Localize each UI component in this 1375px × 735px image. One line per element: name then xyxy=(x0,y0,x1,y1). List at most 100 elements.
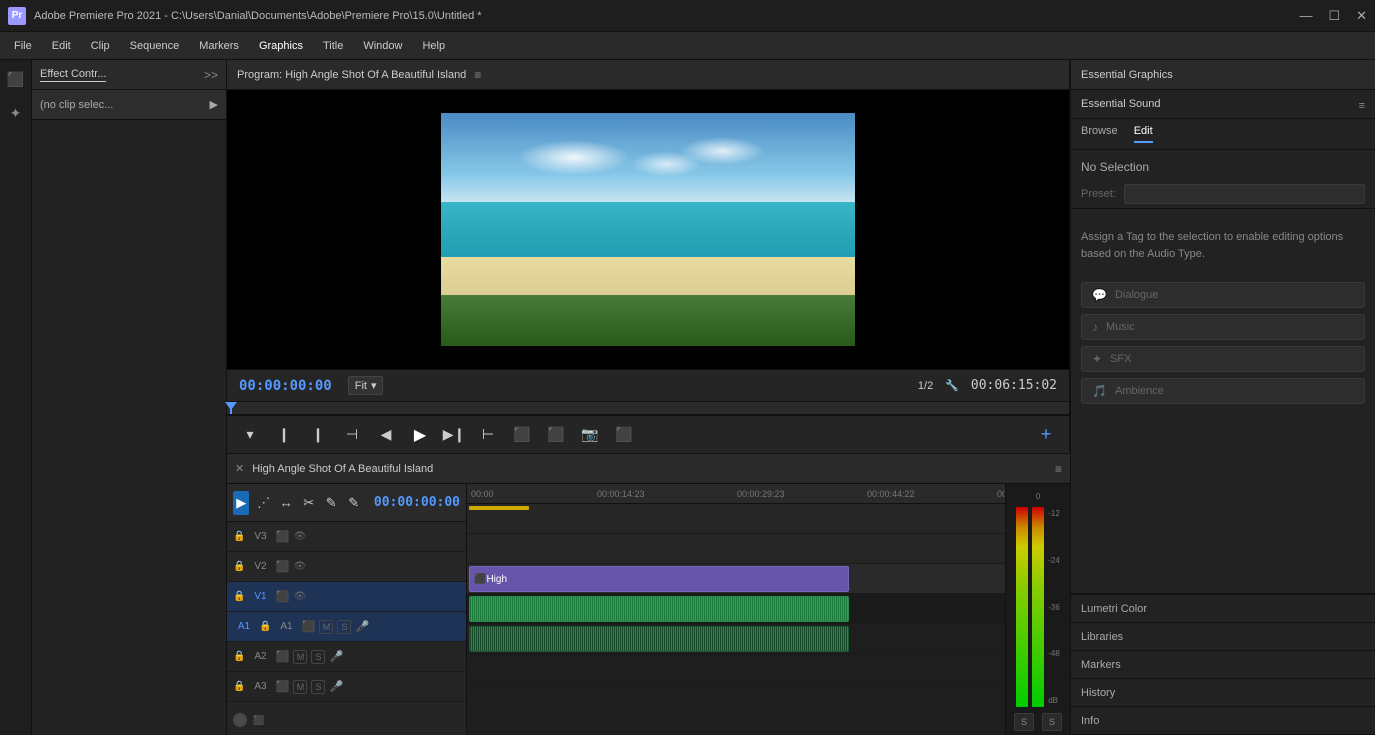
ambience-btn[interactable]: 🎵 Ambience xyxy=(1081,378,1365,404)
slip-tool[interactable]: ✎ xyxy=(323,491,339,515)
ruler-mark-1: 00:00:14:23 xyxy=(597,489,645,499)
track-row-a3: 🔒 A3 ⬛ M S 🎤 xyxy=(227,672,466,702)
expand-icon[interactable]: >> xyxy=(204,68,218,82)
history-item[interactable]: History xyxy=(1071,679,1375,707)
go-to-in-btn[interactable]: ⊣ xyxy=(341,424,363,446)
dialogue-icon: 💬 xyxy=(1092,288,1107,302)
a2-lock-icon[interactable]: 🔒 xyxy=(233,651,245,662)
sidebar-icon-media[interactable]: ⬛ xyxy=(3,66,29,92)
sfx-btn[interactable]: ✦ SFX xyxy=(1081,346,1365,372)
close-button[interactable]: ✕ xyxy=(1356,8,1367,24)
overwrite-btn[interactable]: ⬛ xyxy=(545,424,567,446)
step-forward-frame-btn[interactable]: ❙ xyxy=(307,424,329,446)
a1-monitor-icon[interactable]: ⬛ xyxy=(301,620,315,634)
right-panel-title: Essential Graphics xyxy=(1081,69,1173,81)
menu-edit[interactable]: Edit xyxy=(44,37,79,55)
menu-markers[interactable]: Markers xyxy=(191,37,247,55)
timeline-menu-icon[interactable]: ≡ xyxy=(1055,462,1062,476)
ripple-edit-tool[interactable]: ↔ xyxy=(278,491,294,515)
add-media-btn[interactable]: + xyxy=(1035,424,1057,446)
minimize-button[interactable]: — xyxy=(1299,8,1312,24)
a2-monitor-icon[interactable]: ⬛ xyxy=(275,650,289,664)
a3-monitor-icon[interactable]: ⬛ xyxy=(275,680,289,694)
v3-monitor-icon[interactable]: ⬛ xyxy=(275,530,289,544)
lumetri-color-item[interactable]: Lumetri Color xyxy=(1071,595,1375,623)
meter-s-left[interactable]: S xyxy=(1014,713,1034,731)
dialogue-label: Dialogue xyxy=(1115,289,1158,301)
a3-solo-btn[interactable]: S xyxy=(311,680,325,694)
fit-label: Fit xyxy=(355,380,367,392)
toggle-all-btn[interactable] xyxy=(233,713,247,727)
a2-record-icon[interactable]: 🎤 xyxy=(329,650,343,663)
a1-solo-btn[interactable]: S xyxy=(337,620,351,634)
menu-help[interactable]: Help xyxy=(414,37,453,55)
timeline-timecode[interactable]: 00:00:00:00 xyxy=(374,495,460,510)
v2-visibility-icon[interactable]: 👁 xyxy=(293,561,306,572)
maximize-button[interactable]: ☐ xyxy=(1328,8,1340,24)
insert-btn[interactable]: ⬛ xyxy=(511,424,533,446)
current-timecode[interactable]: 00:00:00:00 xyxy=(239,378,332,394)
track-select-tool[interactable]: ⋰ xyxy=(255,491,271,515)
sidebar-icon-effects[interactable]: ✦ xyxy=(3,100,29,126)
v2-lock-icon[interactable]: 🔒 xyxy=(233,561,245,572)
a1-clip[interactable] xyxy=(469,596,849,622)
wrench-icon[interactable]: 🔧 xyxy=(945,379,959,392)
markers-item[interactable]: Markers xyxy=(1071,651,1375,679)
a3-record-icon[interactable]: 🎤 xyxy=(329,680,343,693)
menu-sequence[interactable]: Sequence xyxy=(122,37,188,55)
selection-tool[interactable]: ▶ xyxy=(233,491,249,515)
v1-monitor-icon[interactable]: ⬛ xyxy=(275,590,289,604)
razor-tool[interactable]: ✂ xyxy=(300,491,316,515)
a1-record-icon[interactable]: 🎤 xyxy=(355,620,369,633)
a1-lock-icon[interactable]: 🔒 xyxy=(259,621,271,632)
fit-dropdown[interactable]: Fit ▾ xyxy=(348,376,384,395)
menu-window[interactable]: Window xyxy=(355,37,410,55)
export-frame-btn[interactable]: 📷 xyxy=(579,424,601,446)
mark-in-btn[interactable]: ▾ xyxy=(239,424,261,446)
play-to-out-btn[interactable]: ▶❙ xyxy=(443,424,465,446)
preset-value[interactable] xyxy=(1124,184,1365,204)
a1-mute-btn[interactable]: M xyxy=(319,620,333,634)
quality-selector[interactable]: 1/2 xyxy=(918,380,933,392)
track-lane-a2 xyxy=(467,624,1005,654)
a2-clip[interactable] xyxy=(469,626,849,652)
monitor-timeline-ruler[interactable] xyxy=(227,401,1069,415)
button-editor-btn[interactable]: ⬛ xyxy=(613,424,635,446)
time-ruler: 00:00 00:00:14:23 00:00:29:23 00:00:44:2… xyxy=(467,484,1005,504)
libraries-item[interactable]: Libraries xyxy=(1071,623,1375,651)
v1-visibility-icon[interactable]: 👁 xyxy=(293,591,306,602)
a1-target-label: A1 xyxy=(233,621,255,632)
a2-mute-btn[interactable]: M xyxy=(293,650,307,664)
a3-mute-btn[interactable]: M xyxy=(293,680,307,694)
track-row-v2: 🔒 V2 ⬛ 👁 xyxy=(227,552,466,582)
essential-sound-menu[interactable]: ≡ xyxy=(1359,100,1365,112)
play-reverse-btn[interactable]: ◀ xyxy=(375,424,397,446)
clip-selector[interactable]: (no clip selec... ▶ xyxy=(32,90,226,120)
music-btn[interactable]: ♪ Music xyxy=(1081,314,1365,340)
tab-browse[interactable]: Browse xyxy=(1081,125,1118,143)
v1-lock-icon[interactable]: 🔒 xyxy=(233,591,245,602)
v3-lock-icon[interactable]: 🔒 xyxy=(233,531,245,542)
timeline-close-icon[interactable]: ✕ xyxy=(235,462,244,475)
monitor-menu-icon[interactable]: ≡ xyxy=(474,68,481,82)
menu-file[interactable]: File xyxy=(6,37,40,55)
v1-clip[interactable]: ⬛ High xyxy=(469,566,849,592)
ambience-label: Ambience xyxy=(1115,385,1164,397)
dialogue-btn[interactable]: 💬 Dialogue xyxy=(1081,282,1365,308)
meter-s-right[interactable]: S xyxy=(1042,713,1062,731)
menu-graphics[interactable]: Graphics xyxy=(251,37,311,55)
pen-tool[interactable]: ✎ xyxy=(345,491,361,515)
tab-edit[interactable]: Edit xyxy=(1134,125,1153,143)
v2-monitor-icon[interactable]: ⬛ xyxy=(275,560,289,574)
menu-title[interactable]: Title xyxy=(315,37,351,55)
play-btn[interactable]: ▶ xyxy=(409,424,431,446)
menu-clip[interactable]: Clip xyxy=(83,37,118,55)
go-to-out-btn[interactable]: ⊢ xyxy=(477,424,499,446)
step-back-frame-btn[interactable]: ❙ xyxy=(273,424,295,446)
clip-arrow[interactable]: ▶ xyxy=(210,98,218,111)
a3-lock-icon[interactable]: 🔒 xyxy=(233,681,245,692)
info-item[interactable]: Info xyxy=(1071,707,1375,735)
a2-solo-btn[interactable]: S xyxy=(311,650,325,664)
window-controls[interactable]: — ☐ ✕ xyxy=(1299,8,1367,24)
v3-visibility-icon[interactable]: 👁 xyxy=(293,531,306,542)
